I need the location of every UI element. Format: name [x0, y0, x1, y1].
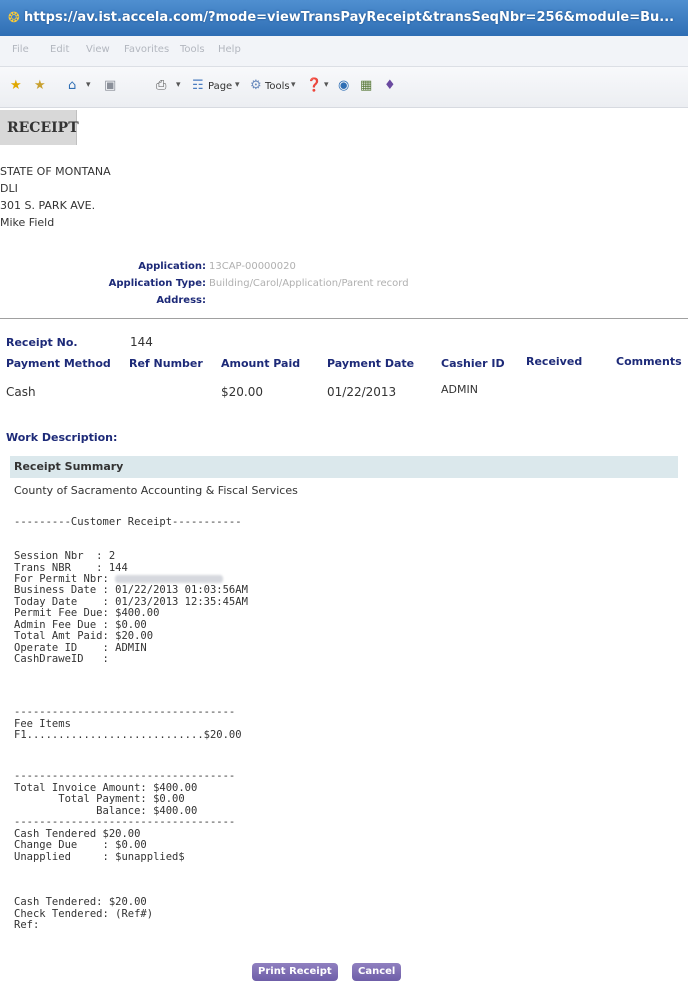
browser-title-bar: ❂ https://av.ist.accela.com/?mode=viewTr…: [0, 0, 688, 36]
col-payment-date: Payment Date: [327, 357, 415, 370]
tools-dropdown-icon[interactable]: ▾: [291, 80, 296, 90]
address-block: STATE OF MONTANA DLI 301 S. PARK AVE. Mi…: [0, 163, 111, 231]
redacted-permit-number: [115, 575, 224, 583]
work-description-label: Work Description:: [6, 431, 118, 444]
tender-block: Cash Tendered: $20.00 Check Tendered: (R…: [14, 896, 154, 931]
receipt-summary-header: Receipt Summary: [10, 456, 678, 478]
menu-file[interactable]: File: [12, 44, 29, 55]
addon-icon[interactable]: ♦: [384, 78, 396, 93]
home-icon[interactable]: ⌂: [68, 78, 76, 93]
col-comments: Comments: [616, 355, 682, 368]
tools-menu[interactable]: Tools: [265, 81, 290, 92]
col-cashier-id: Cashier ID: [441, 357, 505, 370]
page-dropdown-icon[interactable]: ▾: [235, 80, 240, 90]
divider: [0, 318, 688, 319]
col-received: Received: [526, 355, 583, 368]
page-title: RECEIPT: [7, 120, 79, 136]
col-payment-method: Payment Method: [6, 357, 111, 370]
address-line: 301 S. PARK AVE.: [0, 199, 96, 212]
print-dropdown-icon[interactable]: ▾: [176, 80, 181, 90]
research-icon[interactable]: ◉: [338, 78, 349, 93]
summary-subtitle: County of Sacramento Accounting & Fiscal…: [14, 484, 298, 497]
address-line: STATE OF MONTANA: [0, 165, 111, 178]
application-type-value: Building/Carol/Application/Parent record: [209, 278, 409, 289]
menu-bar: File Edit View Favorites Tools Help: [0, 36, 688, 67]
col-ref-number: Ref Number: [129, 357, 203, 370]
menu-favorites[interactable]: Favorites: [124, 44, 169, 55]
print-icon[interactable]: ⎙: [156, 78, 166, 93]
receipt-header: RECEIPT: [0, 110, 79, 145]
address-line: DLI: [0, 182, 18, 195]
col-amount-paid: Amount Paid: [221, 357, 301, 370]
add-favorites-icon[interactable]: ★: [34, 78, 46, 93]
session-block: Session Nbr : 2 Trans NBR : 144: [14, 550, 128, 574]
menu-tools[interactable]: Tools: [180, 44, 205, 55]
help-icon[interactable]: ❓: [306, 78, 322, 93]
browser-toolbar: ★ ★ ⌂ ▾ ▣ ⎙ ▾ ☶ Page ▾ ⚙ Tools ▾ ❓ ▾ ◉ ▦…: [0, 67, 688, 108]
dates-block: Business Date : 01/22/2013 01:03:56AM To…: [14, 584, 248, 665]
favorites-star-icon[interactable]: ★: [10, 78, 22, 93]
cell-payment-method: Cash: [6, 385, 36, 399]
customer-receipt-divider: ---------Customer Receipt-----------: [14, 516, 242, 528]
cell-amount-paid: $20.00: [221, 385, 263, 399]
fee-items-block: ----------------------------------- Fee …: [14, 706, 242, 741]
messenger-icon[interactable]: ▦: [360, 78, 372, 93]
ie-icon: ❂: [8, 10, 20, 26]
menu-edit[interactable]: Edit: [50, 44, 69, 55]
home-dropdown-icon[interactable]: ▾: [86, 80, 91, 90]
address-label: Address:: [156, 295, 206, 306]
page-icon[interactable]: ☶: [192, 78, 204, 93]
window-title: https://av.ist.accela.com/?mode=viewTran…: [24, 10, 675, 25]
page-menu[interactable]: Page: [208, 81, 232, 92]
cell-payment-date: 01/22/2013: [327, 385, 397, 399]
receipt-summary-title: Receipt Summary: [14, 460, 124, 473]
application-label: Application:: [138, 261, 206, 272]
address-line: Mike Field: [0, 216, 55, 229]
application-type-label: Application Type:: [108, 278, 206, 289]
cell-cashier-id: ADMIN: [441, 383, 478, 396]
print-receipt-button[interactable]: Print Receipt: [252, 963, 338, 981]
tools-gear-icon[interactable]: ⚙: [250, 78, 262, 93]
menu-view[interactable]: View: [86, 44, 110, 55]
receipt-no-label: Receipt No.: [6, 336, 78, 349]
help-dropdown-icon[interactable]: ▾: [324, 80, 329, 90]
cancel-button[interactable]: Cancel: [352, 963, 402, 981]
receipt-no-value: 144: [130, 335, 153, 349]
menu-help[interactable]: Help: [218, 44, 241, 55]
application-value: 13CAP-00000020: [209, 261, 296, 272]
totals-block: ----------------------------------- Tota…: [14, 770, 236, 863]
feeds-icon[interactable]: ▣: [104, 78, 116, 93]
